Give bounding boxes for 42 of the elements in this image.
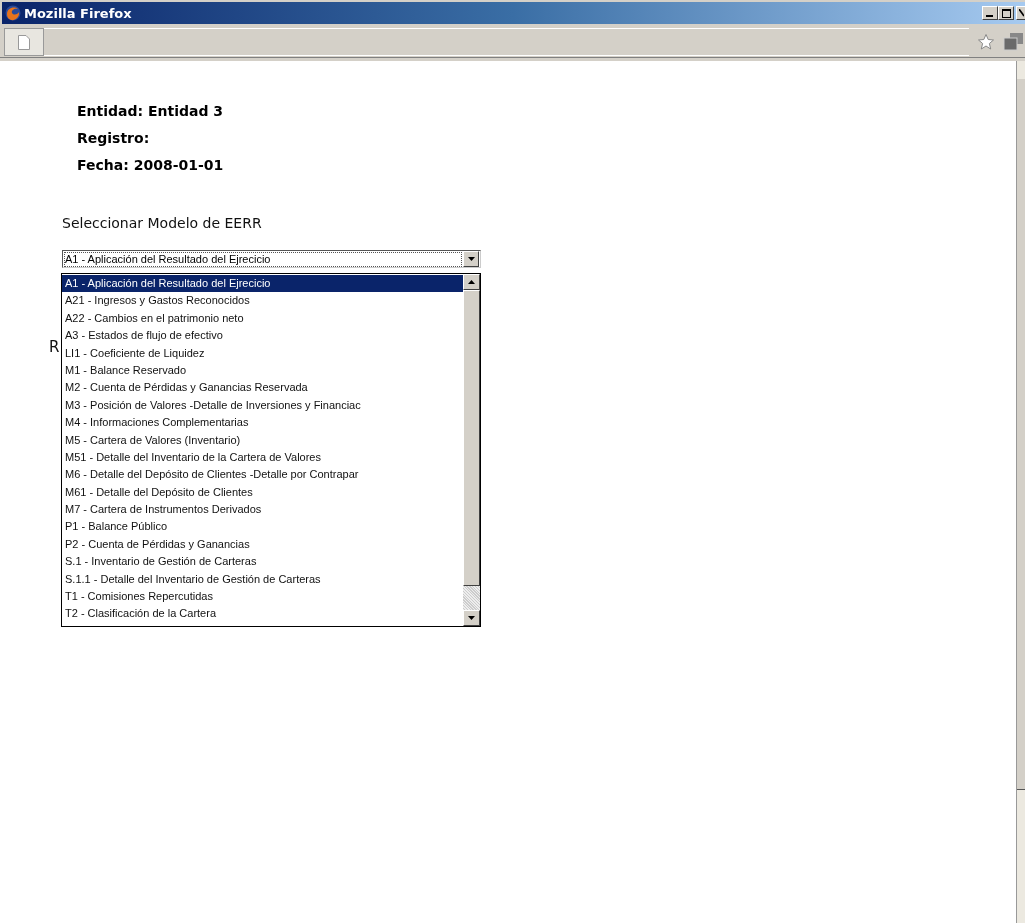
dropdown-option[interactable]: P1 - Balance Público bbox=[62, 518, 463, 536]
dropdown-option[interactable]: A21 - Ingresos y Gastos Reconocidos bbox=[62, 292, 463, 310]
info-line: Registro: bbox=[77, 130, 151, 146]
dropdown-option[interactable]: M7 - Cartera de Instrumentos Derivados bbox=[62, 501, 463, 519]
dropdown-option[interactable]: T2 - Clasificación de la Cartera bbox=[62, 605, 463, 623]
dropdown-option[interactable]: M51 - Detalle del Inventario de la Cartera de Valores bbox=[62, 448, 463, 467]
info-line: Fecha: 2008-01-01 bbox=[77, 157, 225, 173]
page-icon bbox=[18, 34, 30, 50]
scroll-up-icon[interactable] bbox=[468, 280, 475, 284]
close-icon bbox=[1019, 9, 1024, 17]
scrollbar[interactable] bbox=[463, 274, 480, 626]
window-title: Mozilla Firefox bbox=[24, 5, 132, 21]
star-icon[interactable] bbox=[977, 33, 995, 51]
tab-button[interactable] bbox=[4, 28, 44, 56]
scroll-thumb[interactable] bbox=[1017, 79, 1025, 790]
partial-label: R bbox=[49, 338, 60, 356]
firefox-logo-icon bbox=[5, 5, 21, 21]
model-select[interactable]: A1 - Aplicación del Resultado del Ejrecicio bbox=[62, 250, 481, 268]
dropdown-option[interactable]: S.1 - Inventario de Gestión de Carteras bbox=[62, 553, 463, 571]
dropdown-option[interactable]: M61 - Detalle del Depósito de Clientes bbox=[62, 483, 463, 502]
page-scrollbar[interactable] bbox=[1016, 61, 1025, 923]
select-label: Seleccionar Modelo de EERR bbox=[62, 215, 263, 231]
dropdown-option[interactable]: A3 - Estados de flujo de efectivo bbox=[62, 327, 463, 345]
close-button[interactable] bbox=[1016, 6, 1025, 20]
info-line: Entidad: Entidad 3 bbox=[77, 103, 225, 119]
scroll-down-icon[interactable] bbox=[468, 616, 475, 620]
dropdown-option[interactable]: M5 - Cartera de Valores (Inventario) bbox=[62, 431, 463, 449]
dropdown-option[interactable]: A1 - Aplicación del Resultado del Ejrecicio bbox=[62, 275, 463, 293]
dropdown-option[interactable]: P2 - Cuenta de Pérdidas y Ganancias bbox=[62, 535, 463, 554]
tab-groups-icon[interactable] bbox=[1003, 32, 1025, 52]
maximize-button[interactable] bbox=[998, 6, 1014, 20]
dropdown-option[interactable]: S.1.1 - Detalle del Inventario de Gestión de Carteras bbox=[62, 570, 463, 589]
dropdown-option[interactable]: M2 - Cuenta de Pérdidas y Ganancias Reservada bbox=[62, 379, 463, 397]
dropdown-option[interactable]: LI1 - Coeficiente de Liquidez bbox=[62, 344, 463, 362]
dropdown-option[interactable]: A22 - Cambios en el patrimonio neto bbox=[62, 309, 463, 328]
dropdown-option[interactable]: M3 - Posición de Valores -Detalle de Inversiones y Financiac bbox=[62, 396, 463, 415]
dropdown-option[interactable]: M4 - Informaciones Complementarias bbox=[62, 414, 463, 432]
dropdown-option[interactable]: M1 - Balance Reservado bbox=[62, 361, 463, 380]
minimize-button[interactable] bbox=[982, 6, 998, 20]
maximize-icon bbox=[1001, 8, 1011, 18]
dropdown-option[interactable]: T1 - Comisiones Repercutidas bbox=[62, 588, 463, 606]
dropdown-option[interactable]: M6 - Detalle del Depósito de Clientes -Detalle por Contrapar bbox=[62, 466, 463, 484]
